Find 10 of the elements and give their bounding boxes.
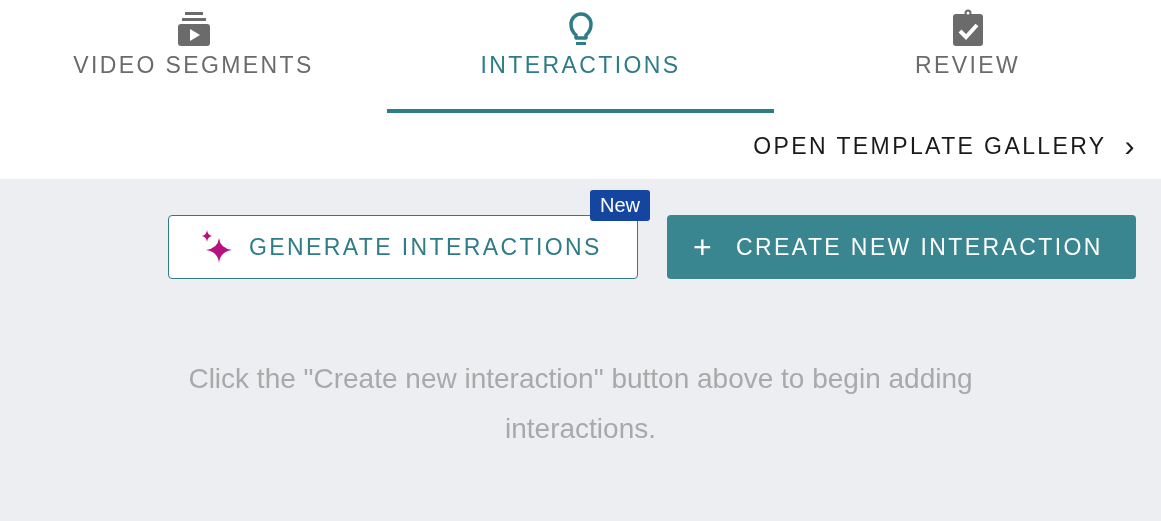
tab[interactable]: VIDEO SEGMENTS [0, 0, 387, 113]
chevron-icon: › [1124, 131, 1137, 161]
create-interaction-button[interactable]: + CREATE NEW INTERACTION [667, 215, 1136, 279]
template-gallery-link[interactable]: OPEN TEMPLATE GALLERY › [753, 131, 1137, 161]
new-badge: New [590, 190, 650, 221]
tab[interactable]: REVIEW [774, 0, 1161, 113]
generate-interactions-button[interactable]: GENERATE INTERACTIONS [168, 215, 638, 279]
tab[interactable]: INTERACTIONS [387, 0, 774, 113]
empty-state-message: Click the "Create new interaction" button above to begin adding interactions. [187, 362, 974, 446]
plus-icon: + [693, 228, 715, 266]
